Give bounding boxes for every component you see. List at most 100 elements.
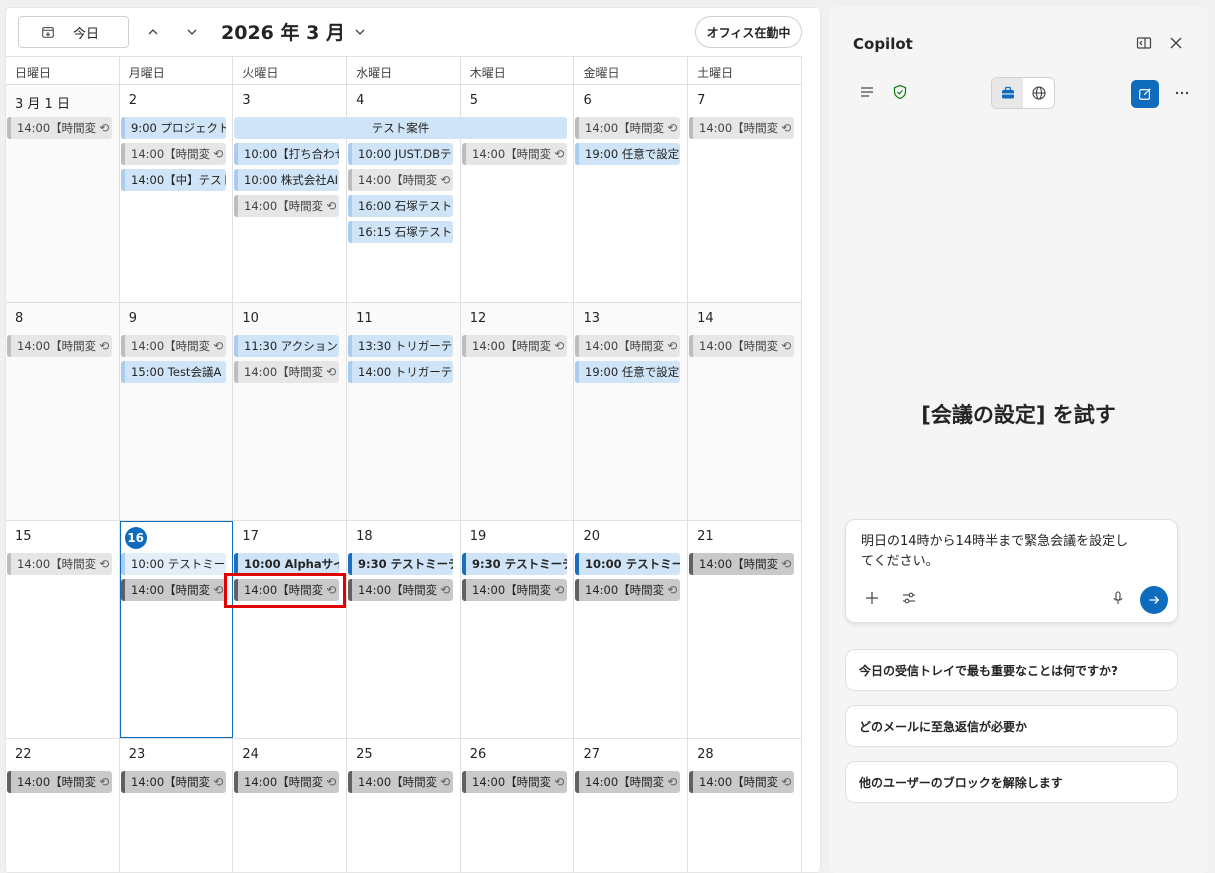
work-location-button[interactable]: オフィス在勤中 xyxy=(695,16,802,48)
next-month-button[interactable] xyxy=(182,22,202,42)
calendar-event[interactable]: 14:00【時間変 ⟲ xyxy=(575,579,680,601)
event-title: 14:00【時間変 xyxy=(244,365,324,379)
event-title: 14:00【時間変 xyxy=(699,121,779,135)
calendar-event[interactable]: 14:00【時間変 ⟲ xyxy=(348,579,453,601)
calendar-event[interactable]: 10:00 テストミーティ xyxy=(575,553,680,575)
today-label: 今日 xyxy=(73,26,100,42)
event-title: 14:00【時間変 xyxy=(131,147,211,161)
calendar-event[interactable]: 14:00【時間変 ⟲ xyxy=(689,771,794,793)
calendar-event[interactable]: 10:00 JUST.DBテ xyxy=(348,143,453,165)
new-chat-button[interactable] xyxy=(1131,80,1159,108)
month-title: 2026 年 3 月 xyxy=(221,22,345,44)
calendar-event[interactable]: 9:00 プロジェクトA xyxy=(121,117,226,139)
week-row: 3 月 1 日 2 3 4 5 6 7 14:00【時間変 ⟲ 9:00 プロジェ… xyxy=(6,85,802,303)
event-title: 14:00【時間変 xyxy=(585,775,665,789)
event-title: テスト案件 xyxy=(371,121,430,135)
day-cell[interactable]: 23 xyxy=(119,739,234,872)
work-web-toggle xyxy=(991,77,1055,109)
calendar-event[interactable]: 14:00【時間変 ⟲ xyxy=(575,771,680,793)
calendar-event[interactable]: 14:00【時間変 ⟲ xyxy=(121,579,226,601)
calendar-event[interactable]: 14:00【時間変 ⟲ xyxy=(121,143,226,165)
calendar-event[interactable]: 10:00 株式会社AI xyxy=(234,169,339,191)
calendar-event[interactable]: 14:00 トリガーテスト xyxy=(348,361,453,383)
recurring-icon: ⟲ xyxy=(781,775,792,789)
calendar-event[interactable]: 14:00【時間変 ⟲ xyxy=(121,771,226,793)
calendar-event[interactable]: 14:00【中】テスト打 xyxy=(121,169,226,191)
event-title: 14:00【時間変 xyxy=(358,775,438,789)
calendar-event[interactable]: 14:00【時間変 ⟲ xyxy=(575,117,680,139)
prompt-input[interactable]: 明日の14時から14時半まで緊急会議を設定してください。 xyxy=(845,519,1178,623)
close-button[interactable] xyxy=(1165,32,1187,54)
event-title: 14:00【時間変 xyxy=(472,583,552,597)
suggestion-chip[interactable]: 他のユーザーのブロックを解除します xyxy=(845,761,1178,803)
month-picker[interactable]: 2026 年 3 月 xyxy=(221,18,365,45)
calendar-event[interactable]: 14:00【時間変 ⟲ xyxy=(462,579,567,601)
microphone-button[interactable] xyxy=(1107,587,1129,609)
protection-badge[interactable] xyxy=(889,81,911,103)
multi-day-event[interactable]: テスト案件 xyxy=(234,117,567,139)
calendar-event[interactable]: 14:00【時間変 ⟲ xyxy=(462,143,567,165)
calendar-event[interactable]: 14:00【時間変 ⟲ xyxy=(575,335,680,357)
calendar-event-selected[interactable]: 14:00【時間変 ⟲ xyxy=(234,579,339,601)
suggestion-headline: [会議の設定] を試す xyxy=(921,403,1116,427)
calendar-event[interactable]: 10:00 Alphaサイト xyxy=(234,553,339,575)
pop-out-button[interactable] xyxy=(1133,32,1155,54)
prompt-settings-button[interactable] xyxy=(898,587,920,609)
calendar-event[interactable]: 14:00【時間変 ⟲ xyxy=(121,335,226,357)
day-cell[interactable]: 27 xyxy=(574,739,689,872)
calendar-today-icon xyxy=(42,27,54,38)
day-cell[interactable]: 26 xyxy=(460,739,575,872)
calendar-event[interactable]: 14:00【時間変 ⟲ xyxy=(348,169,453,191)
add-attachment-button[interactable] xyxy=(861,587,883,609)
work-mode-tab[interactable] xyxy=(992,78,1023,108)
day-number: 7 xyxy=(697,93,706,108)
calendar-event[interactable]: 11:30 アクションテ xyxy=(234,335,339,357)
today-button[interactable]: 今日 xyxy=(18,16,129,48)
calendar-event[interactable]: 14:00【時間変 ⟲ xyxy=(689,335,794,357)
calendar-event[interactable]: 16:15 石塚テスト： xyxy=(348,221,453,243)
day-cell[interactable]: 28 xyxy=(688,739,802,872)
send-button[interactable] xyxy=(1140,586,1168,614)
calendar-event[interactable]: 14:00【時間変 ⟲ xyxy=(7,117,112,139)
web-mode-tab[interactable] xyxy=(1023,78,1054,108)
weekday-label: 火曜日 xyxy=(233,57,348,84)
more-options-button[interactable] xyxy=(1171,82,1193,104)
calendar-event[interactable]: 9:30 テストミーティン xyxy=(462,553,567,575)
calendar-event[interactable]: 9:30 テストミーティン xyxy=(348,553,453,575)
calendar-event[interactable]: 14:00【時間変 ⟲ xyxy=(7,553,112,575)
calendar-event[interactable]: 10:00 テストミーティ xyxy=(121,553,226,575)
day-number: 4 xyxy=(356,93,365,108)
recurring-icon: ⟲ xyxy=(667,121,678,135)
event-title: 14:00【時間変 xyxy=(244,583,324,597)
calendar-event[interactable]: 14:00【時間変 ⟲ xyxy=(234,771,339,793)
weekday-label: 金曜日 xyxy=(574,57,689,84)
calendar-event[interactable]: 14:00【時間変 ⟲ xyxy=(462,771,567,793)
calendar-event[interactable]: 14:00【時間変 ⟲ xyxy=(7,335,112,357)
history-menu-button[interactable] xyxy=(856,81,878,103)
day-cell[interactable]: 24 xyxy=(233,739,348,872)
day-number: 26 xyxy=(469,747,487,762)
calendar-event[interactable]: 14:00【時間変 ⟲ xyxy=(689,117,794,139)
previous-month-button[interactable] xyxy=(143,22,163,42)
calendar-event[interactable]: 14:00【時間変 ⟲ xyxy=(234,361,339,383)
calendar-event[interactable]: 16:00 石塚テスト： xyxy=(348,195,453,217)
calendar-event[interactable]: 19:00 任意で設定 xyxy=(575,361,680,383)
day-cell[interactable]: 22 xyxy=(6,739,120,872)
recurring-icon: ⟲ xyxy=(554,339,565,353)
suggestion-chip[interactable]: 今日の受信トレイで最も重要なことは何ですか? xyxy=(845,649,1178,691)
suggestion-chip[interactable]: どのメールに至急返信が必要か xyxy=(845,705,1178,747)
calendar-event[interactable]: 19:00 任意で設定 xyxy=(575,143,680,165)
calendar-event[interactable]: 14:00【時間変 ⟲ xyxy=(7,771,112,793)
calendar-event[interactable]: 14:00【時間変 ⟲ xyxy=(348,771,453,793)
prompt-text[interactable]: 明日の14時から14時半まで緊急会議を設定してください。 xyxy=(861,532,1131,572)
calendar-event[interactable]: 13:30 トリガーテスト xyxy=(348,335,453,357)
calendar-event[interactable]: 15:00 Test会議A xyxy=(121,361,226,383)
calendar-event[interactable]: 14:00【時間変 ⟲ xyxy=(462,335,567,357)
recurring-icon: ⟲ xyxy=(781,339,792,353)
day-cell[interactable]: 25 xyxy=(347,739,461,872)
event-title: 10:00 テストミーティ xyxy=(585,557,680,571)
calendar-event[interactable]: 14:00【時間変 ⟲ xyxy=(689,553,794,575)
calendar-event[interactable]: 10:00【打ち合わせ xyxy=(234,143,339,165)
event-title: 16:00 石塚テスト： xyxy=(358,199,453,213)
calendar-event[interactable]: 14:00【時間変 ⟲ xyxy=(234,195,339,217)
